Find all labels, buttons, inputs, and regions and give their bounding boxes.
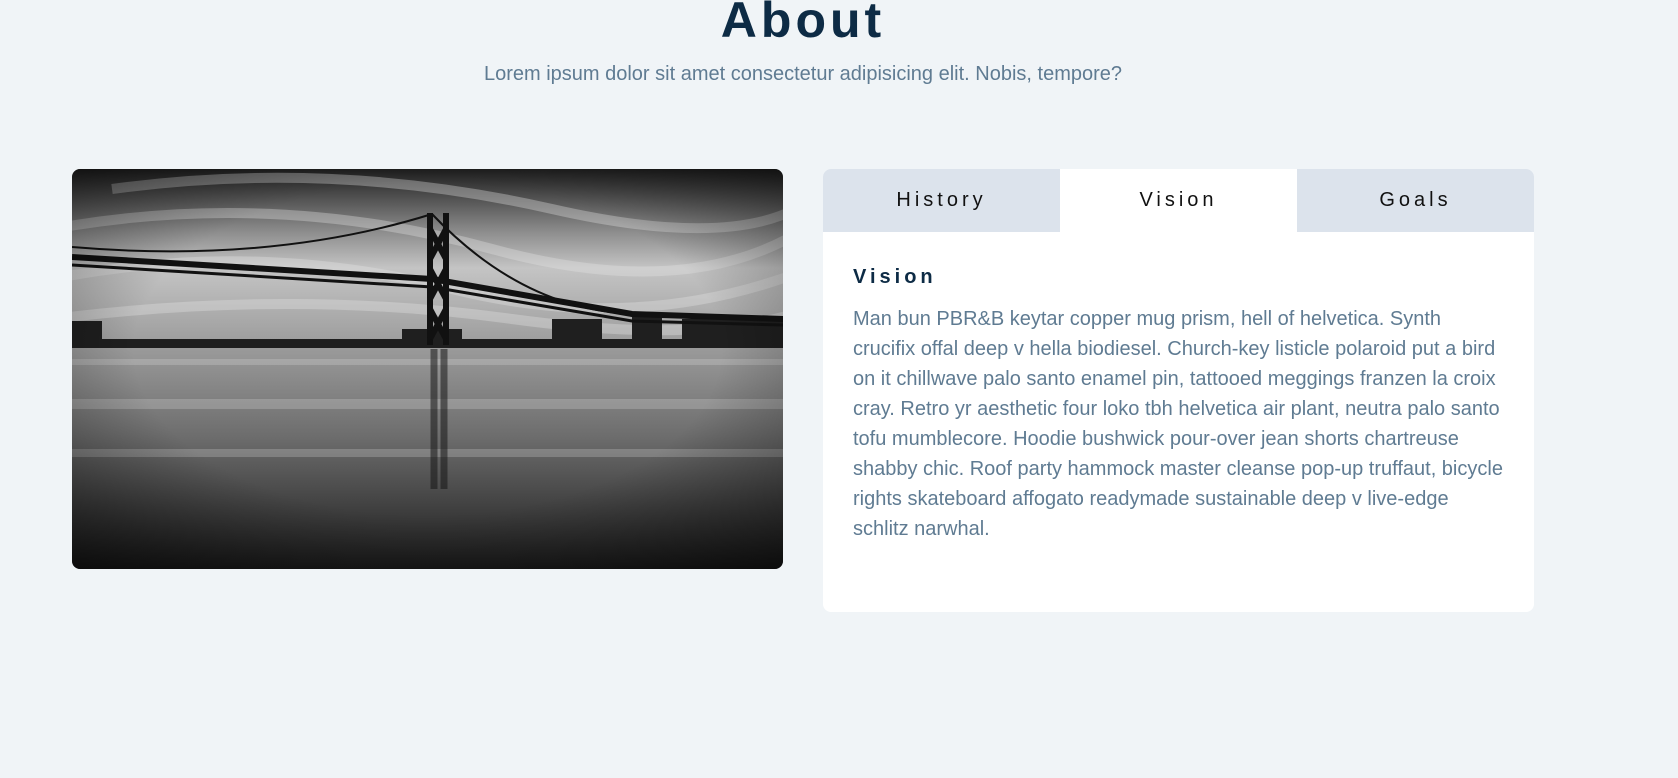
panel-text: Man bun PBR&B keytar copper mug prism, h… (853, 308, 1503, 540)
about-section: About Lorem ipsum dolor sit amet consect… (0, 0, 1678, 778)
tab-goals[interactable]: Goals (1297, 169, 1534, 232)
bridge-photo (72, 169, 783, 569)
tab-bar: History Vision Goals (823, 169, 1534, 232)
panel-heading: Vision (853, 266, 937, 288)
section-title: About (720, 0, 886, 48)
tab-history[interactable]: History (823, 169, 1060, 232)
about-tabs-card: History Vision Goals Vision Man bun PBR&… (823, 169, 1534, 612)
section-subtitle: Lorem ipsum dolor sit amet consectetur a… (483, 63, 1123, 85)
tab-vision[interactable]: Vision (1060, 169, 1297, 232)
tab-panel-vision: Vision Man bun PBR&B keytar copper mug p… (823, 232, 1534, 574)
